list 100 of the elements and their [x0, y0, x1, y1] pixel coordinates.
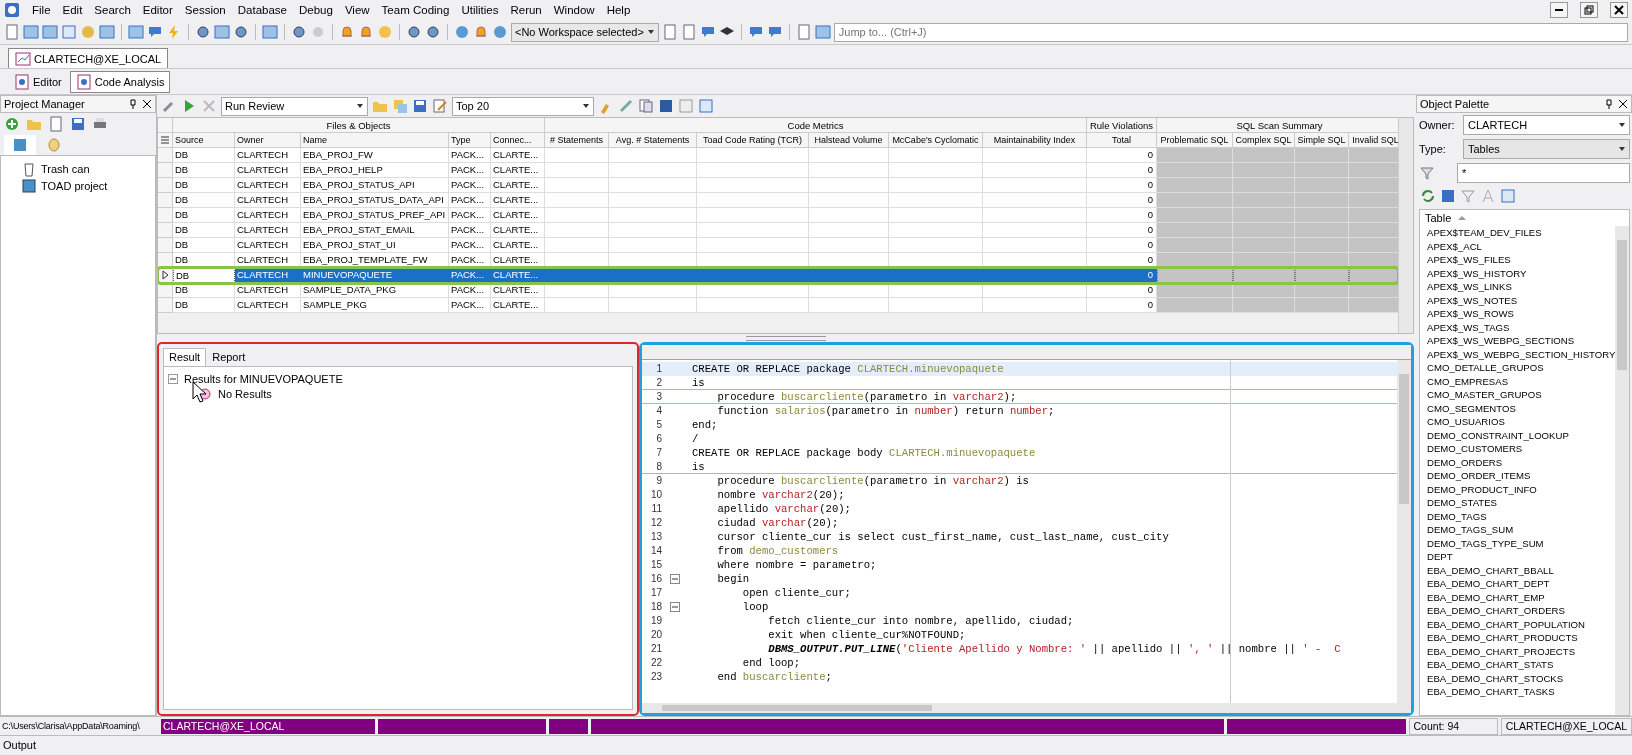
table-row[interactable]: DB CLARTECH EBA_PROJ_STAT_UI PACK... CLARTE... 0 [158, 238, 1398, 253]
filter-icon[interactable] [1419, 165, 1435, 181]
editor-tab[interactable]: Code Analysis [69, 70, 171, 93]
menu-item[interactable]: Session [184, 4, 226, 16]
menu-item[interactable]: Database [237, 4, 287, 16]
menu-item[interactable]: Debug [299, 4, 333, 16]
row-header[interactable] [158, 268, 173, 283]
list-item[interactable]: EBA_DEMO_CHART_DEPT [1427, 577, 1615, 591]
list-item[interactable]: DEMO_TAGS_TYPE_SUM [1427, 536, 1615, 550]
document-icon[interactable] [795, 24, 812, 40]
gear-icon[interactable] [425, 24, 441, 40]
globe-icon[interactable] [454, 24, 470, 40]
table-row[interactable]: DB CLARTECH EBA_PROJ_STAT_EMAIL PACK... CLARTE... 0 [158, 223, 1398, 238]
list-item[interactable]: CMO_DETALLE_GRUPOS [1427, 361, 1615, 375]
list-item[interactable]: EBA_DEMO_CHART_TASKS [1427, 685, 1615, 699]
list-item[interactable]: EBA_DEMO_CHART_EMP [1427, 590, 1615, 604]
list-item[interactable]: DEPT [1427, 550, 1615, 564]
list-item[interactable]: DEMO_ORDER_ITEMS [1427, 469, 1615, 483]
list-item[interactable]: CMO_USUARIOS [1427, 415, 1615, 429]
window-icon[interactable] [214, 24, 230, 40]
list-item[interactable]: EBA_DEMO_CHART_POPULATION [1427, 617, 1615, 631]
list-item[interactable]: APEX$_WS_FILES [1427, 253, 1615, 267]
table-row[interactable]: DB CLARTECH EBA_PROJ_FW PACK... CLARTE... 0 [158, 148, 1398, 163]
document-icon[interactable] [680, 24, 697, 40]
owner-dropdown[interactable]: CLARTECH [1463, 115, 1630, 135]
splitter-grip[interactable] [745, 335, 826, 341]
chart-icon[interactable] [61, 24, 77, 40]
window-icon[interactable] [814, 24, 831, 40]
project-view-tab[interactable] [4, 135, 36, 155]
list-item[interactable]: EBA_DEMO_CHART_BBALL [1427, 563, 1615, 577]
jump-to-field[interactable]: Jump to... (Ctrl+J) [833, 22, 1628, 42]
column-header[interactable]: Table [1425, 212, 1452, 224]
code-editor[interactable] [639, 342, 1414, 716]
database-icon[interactable] [1440, 188, 1456, 204]
collapse-icon[interactable] [670, 573, 680, 584]
stop-icon[interactable] [201, 98, 217, 114]
sort-icon[interactable] [1457, 213, 1468, 223]
list-item[interactable]: EBA_DEMO_CHART_ORDERS [1427, 604, 1615, 618]
bell-icon[interactable] [339, 24, 355, 40]
list-item[interactable]: DEMO_CUSTOMERS [1427, 442, 1615, 456]
window-icon[interactable] [698, 98, 714, 114]
close-icon[interactable] [142, 99, 152, 109]
add-icon[interactable] [4, 116, 20, 132]
top-rows-dropdown[interactable]: Top 20 [452, 96, 594, 116]
scrollbar[interactable] [1397, 360, 1411, 703]
edit-icon[interactable] [618, 98, 634, 114]
font-icon[interactable] [1480, 188, 1496, 204]
table-row[interactable]: DB CLARTECH MINUEVOPAQUETE PACK... CLARTE... 0 [158, 268, 1398, 283]
gear-icon[interactable] [291, 24, 307, 40]
scrollbar[interactable] [642, 703, 1411, 713]
help-icon[interactable] [377, 24, 393, 40]
window-icon[interactable] [23, 24, 39, 40]
pin-icon[interactable] [1604, 99, 1614, 109]
gear-icon[interactable] [406, 24, 422, 40]
window-icon[interactable] [99, 24, 115, 40]
list-item[interactable]: APEX$_WS_LINKS [1427, 280, 1615, 294]
document-icon[interactable] [48, 116, 64, 132]
menu-item[interactable]: View [344, 4, 370, 16]
connection-tab[interactable]: CLARTECH@XE_LOCAL [8, 48, 169, 68]
document-icon[interactable] [661, 24, 678, 40]
tree-item[interactable]: Results for MINUEVOPAQUETE [184, 372, 343, 385]
type-dropdown[interactable]: Tables [1463, 139, 1630, 159]
collapse-icon[interactable] [168, 373, 178, 384]
filter-icon[interactable] [1460, 188, 1476, 204]
tree-item[interactable]: Trash can [41, 162, 90, 175]
list-item[interactable]: EBA_DEMO_CHART_STOCKS [1427, 671, 1615, 685]
list-item[interactable]: APEX$_WS_ROWS [1427, 307, 1615, 321]
edit-icon[interactable] [432, 98, 448, 114]
list-item[interactable]: CMO_SEGMENTOS [1427, 401, 1615, 415]
restore-button[interactable] [1580, 2, 1598, 18]
gear-icon[interactable] [195, 24, 211, 40]
bell-icon[interactable] [473, 24, 489, 40]
globe-icon[interactable] [492, 24, 508, 40]
window-icon[interactable] [1500, 188, 1516, 204]
minimize-button[interactable] [1550, 2, 1568, 18]
editor-tab[interactable]: Editor [8, 70, 68, 93]
list-item[interactable]: APEX$_ACL [1427, 239, 1615, 253]
tree-item[interactable]: No Results [218, 387, 272, 400]
speech-bubble-icon[interactable] [747, 24, 764, 40]
menu-item[interactable]: Window [553, 4, 595, 16]
menu-item[interactable]: Help [606, 4, 631, 16]
menu-item[interactable]: File [32, 4, 51, 16]
table-row[interactable]: DB CLARTECH SAMPLE_PKG PACK... CLARTE... 0 [158, 298, 1398, 313]
save-icon[interactable] [412, 98, 428, 114]
list-item[interactable]: APEX$TEAM_DEV_FILES [1427, 226, 1615, 240]
list-item[interactable]: EBA_DEMO_CHART_PRODUCTS [1427, 631, 1615, 645]
speech-bubble-icon[interactable] [147, 24, 163, 40]
workspace-dropdown[interactable]: <No Workspace selected> [511, 22, 659, 42]
list-item[interactable]: CMO_EMPRESAS [1427, 374, 1615, 388]
list-item[interactable]: DEMO_PRODUCT_INFO [1427, 482, 1615, 496]
bell-icon[interactable] [358, 24, 374, 40]
list-item[interactable]: DEMO_ORDERS [1427, 455, 1615, 469]
list-item[interactable]: DEMO_TAGS_SUM [1427, 523, 1615, 537]
list-item[interactable]: APEX$_WS_TAGS [1427, 320, 1615, 334]
list-item[interactable]: DEMO_STATES [1427, 496, 1615, 510]
document-icon[interactable] [4, 24, 20, 40]
speech-bubble-icon[interactable] [766, 24, 783, 40]
pin-icon[interactable] [128, 99, 138, 109]
menu-item[interactable]: Rerun [510, 4, 542, 16]
gear-icon[interactable] [233, 24, 249, 40]
